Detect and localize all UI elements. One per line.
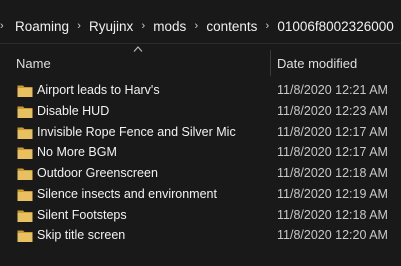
chevron-right-icon[interactable]: › (70, 20, 88, 32)
file-date-modified: 11/8/2020 12:18 AM (277, 207, 388, 222)
file-date-modified: 11/8/2020 12:17 AM (277, 145, 388, 160)
chevron-right-icon[interactable]: › (258, 20, 276, 32)
breadcrumb-item-roaming[interactable]: Roaming (14, 19, 70, 34)
column-header-row: Name Date modified (0, 44, 401, 78)
folder-icon (17, 168, 33, 180)
file-date-modified: 11/8/2020 12:23 AM (277, 103, 388, 118)
list-item[interactable]: Disable HUD 11/8/2020 12:23 AM (0, 102, 401, 123)
folder-icon (17, 106, 33, 118)
file-name: Disable HUD (37, 103, 110, 118)
column-header-name[interactable]: Name (16, 56, 51, 71)
file-date-modified: 11/8/2020 12:19 AM (277, 186, 388, 201)
breadcrumb-item-ryujinx[interactable]: Ryujinx (88, 19, 134, 34)
list-item[interactable]: Outdoor Greenscreen 11/8/2020 12:18 AM (0, 164, 401, 185)
list-item[interactable]: Airport leads to Harv's 11/8/2020 12:21 … (0, 81, 401, 102)
list-item[interactable]: Skip title screen 11/8/2020 12:20 AM (0, 226, 401, 247)
folder-icon (17, 189, 33, 201)
address-bar[interactable]: › Roaming › Ryujinx › mods › contents › … (0, 0, 401, 44)
file-name: Invisible Rope Fence and Silver Mic (37, 124, 236, 139)
breadcrumb: › Roaming › Ryujinx › mods › contents › … (0, 17, 395, 35)
folder-icon (17, 147, 33, 160)
sort-ascending-icon (133, 46, 143, 52)
column-header-date-modified[interactable]: Date modified (277, 56, 357, 71)
list-item[interactable]: Invisible Rope Fence and Silver Mic 11/8… (0, 123, 401, 144)
list-item[interactable]: Silence insects and environment 11/8/202… (0, 185, 401, 206)
file-date-modified: 11/8/2020 12:21 AM (277, 83, 388, 97)
file-date-modified: 11/8/2020 12:18 AM (277, 166, 388, 180)
breadcrumb-item-contents[interactable]: contents (205, 19, 258, 34)
folder-icon (17, 85, 33, 97)
folder-icon (17, 230, 33, 243)
folder-icon (17, 127, 33, 139)
breadcrumb-item-mods[interactable]: mods (152, 19, 187, 34)
chevron-right-icon[interactable]: › (187, 20, 205, 32)
file-name: Silence insects and environment (37, 186, 217, 201)
list-item[interactable]: Silent Footsteps 11/8/2020 12:18 AM (0, 206, 401, 227)
chevron-right-icon[interactable]: › (0, 20, 14, 32)
file-list: Airport leads to Harv's 11/8/2020 12:21 … (0, 81, 401, 247)
file-name: Outdoor Greenscreen (37, 166, 158, 180)
file-name: Silent Footsteps (37, 207, 127, 222)
file-name: No More BGM (37, 145, 117, 160)
file-date-modified: 11/8/2020 12:20 AM (277, 228, 388, 243)
folder-icon (17, 210, 33, 222)
chevron-right-icon[interactable]: › (134, 20, 152, 32)
file-name: Skip title screen (37, 228, 126, 243)
file-name: Airport leads to Harv's (37, 83, 160, 97)
list-item[interactable]: No More BGM 11/8/2020 12:17 AM (0, 143, 401, 164)
file-date-modified: 11/8/2020 12:17 AM (277, 124, 388, 139)
breadcrumb-item-current-folder[interactable]: 01006f8002326000 (276, 19, 394, 34)
column-divider[interactable] (270, 50, 271, 76)
